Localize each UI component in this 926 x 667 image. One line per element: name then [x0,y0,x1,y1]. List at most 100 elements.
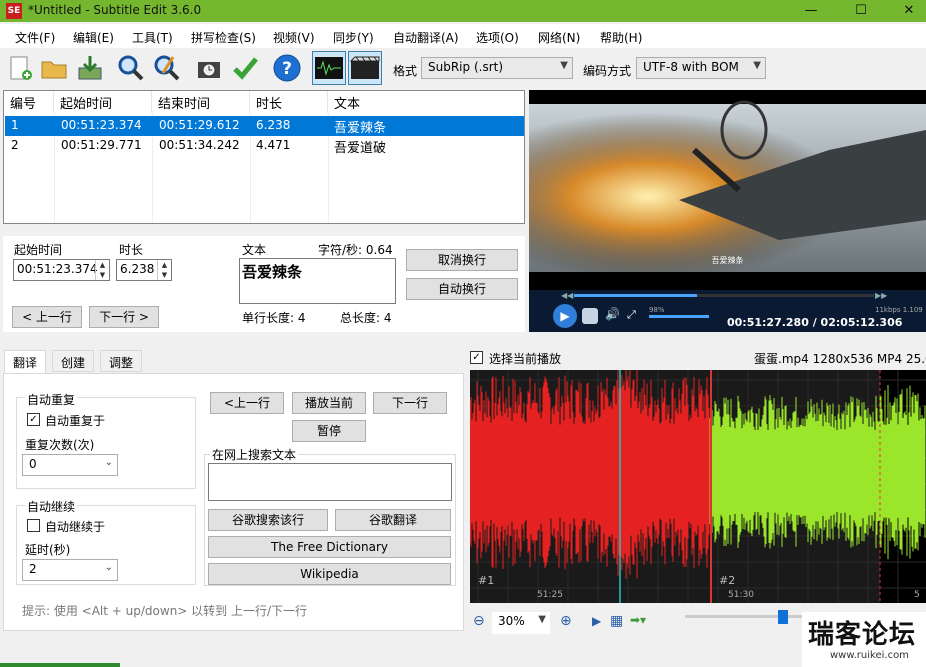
auto-break-button[interactable]: 自动换行 [406,278,518,300]
svg-text:?: ? [282,59,292,79]
unbreak-button[interactable]: 取消换行 [406,249,518,271]
grid-icon[interactable]: ▦ [610,613,623,629]
start-time-input[interactable]: 00:51:23.374 ▲ ▼ [13,259,110,281]
google-search-button[interactable]: 谷歌搜索该行 [208,509,328,531]
menu-network[interactable]: 网络(N) [538,29,580,46]
cell-start: 00:51:29.771 [61,138,142,152]
watermark-text: 瑞客论坛 [808,620,917,650]
visual-sync-icon[interactable] [192,51,226,85]
column-header-end[interactable]: 结束时间 [152,91,250,113]
google-translate-button[interactable]: 谷歌翻译 [335,509,451,531]
rewind-icon[interactable]: ◀◀ [561,291,573,300]
status-stripe [0,663,120,667]
table-row[interactable]: 2 00:51:29.771 00:51:34.242 4.471 吾爱道破 [5,136,524,156]
table-row[interactable]: 1 00:51:23.374 00:51:29.612 6.238 吾爱辣条 [5,116,524,136]
menu-help[interactable]: 帮助(H) [600,29,642,46]
menu-edit[interactable]: 编辑(E) [73,29,114,46]
seek-bar[interactable] [574,294,874,297]
text-label: 文本 [242,243,267,257]
cell-text: 吾爱道破 [334,141,387,156]
spinner-arrows-icon[interactable]: ▲ ▼ [157,260,171,280]
tab-adjust[interactable]: 调整 [100,350,143,372]
tab-create[interactable]: 创建 [52,350,95,372]
volume-icon[interactable]: 🔊 [605,307,620,321]
forward-arrows-icon[interactable]: ➡▾ [630,613,646,627]
zoom-value: 30% [498,614,525,628]
search-icon[interactable] [114,51,148,85]
duration-input[interactable]: 6.238 ▲ ▼ [116,259,172,281]
menu-spellcheck[interactable]: 拼写检查(S) [191,29,256,46]
delay-select[interactable]: 2 ⌄ [22,559,118,581]
zoom-out-icon[interactable]: ⊖ [473,613,485,629]
select-current-checkbox[interactable]: ✓ [470,351,483,364]
previous-line-button[interactable]: <上一行 [210,392,284,414]
new-file-icon[interactable] [3,51,37,85]
spinner-arrows-icon[interactable]: ▲ ▼ [95,260,109,280]
chevron-down-icon: ▼ [538,614,546,625]
play-icon[interactable]: ▶ [592,614,601,628]
auto-repeat-group-label: 自动重复 [25,391,78,408]
menu-auto-translate[interactable]: 自动翻译(A) [393,29,459,46]
stop-button[interactable] [582,308,598,324]
waveform-toggle-icon[interactable] [312,51,346,85]
repeat-count-value: 0 [29,457,37,471]
minimize-button[interactable]: — [788,0,834,22]
bitrate-info: 11kbps 1.109 [875,306,923,314]
video-toggle-icon[interactable] [348,51,382,85]
checkmark-icon[interactable] [228,51,262,85]
maximize-button[interactable]: ☐ [838,0,884,22]
column-header-text[interactable]: 文本 [328,91,524,113]
auto-continue-group-label: 自动继续 [25,498,78,515]
format-value: SubRip (.srt) [428,60,504,74]
encoding-value: UTF-8 with BOM [643,60,739,74]
wikipedia-button[interactable]: Wikipedia [208,563,451,585]
total-length-label: 总长度: 4 [340,311,392,325]
cell-duration: 6.238 [256,118,291,132]
tab-translate[interactable]: 翻译 [4,350,47,374]
fullscreen-icon[interactable]: ⤢ [627,308,636,322]
cell-number: 2 [11,138,19,152]
next-line-button[interactable]: 下一行 > [89,306,159,328]
download-icon[interactable] [73,51,107,85]
free-dictionary-button[interactable]: The Free Dictionary [208,536,451,558]
volume-slider[interactable] [649,315,709,318]
app-icon: SE [6,3,22,19]
previous-line-button[interactable]: < 上一行 [12,306,82,328]
open-folder-icon[interactable] [37,51,71,85]
help-icon[interactable]: ? [270,51,304,85]
column-header-duration[interactable]: 时长 [250,91,328,113]
encoding-label: 编码方式 [583,64,632,78]
play-current-button[interactable]: 播放当前 [292,392,366,414]
chevron-down-icon: ▼ [753,60,761,71]
chars-per-second: 字符/秒: 0.64 [318,243,393,257]
menu-options[interactable]: 选项(O) [476,29,519,46]
audio-waveform[interactable]: #1 #2 51:25 51:30 5 [470,370,926,603]
menu-tools[interactable]: 工具(T) [132,29,173,46]
column-header-start[interactable]: 起始时间 [54,91,152,113]
forward-icon[interactable]: ▶▶ [875,291,887,300]
menu-sync[interactable]: 同步(Y) [333,29,374,46]
format-select[interactable]: SubRip (.srt) ▼ [421,57,573,79]
slider-thumb[interactable] [778,610,788,624]
repeat-count-select[interactable]: 0 ⌄ [22,454,118,476]
auto-repeat-checkbox[interactable]: ✓ [27,413,40,426]
encoding-select[interactable]: UTF-8 with BOM ▼ [636,57,766,79]
next-line-button[interactable]: 下一行 [373,392,447,414]
web-search-textbox[interactable] [208,463,452,501]
replace-icon[interactable] [150,51,184,85]
menu-file[interactable]: 文件(F) [15,29,55,46]
cell-text: 吾爱辣条 [334,121,387,136]
zoom-in-icon[interactable]: ⊕ [560,613,572,629]
translate-panel: 自动重复 ✓ 自动重复于 重复次数(次) 0 ⌄ 自动继续 自动继续于 延时(秒)… [3,373,464,631]
line-length-label: 单行长度: 4 [242,311,306,325]
time-tick: 5 [914,590,920,600]
menu-video[interactable]: 视频(V) [273,29,315,46]
subtitle-text-box[interactable]: 吾爱辣条 [239,258,396,304]
subtitle-grid[interactable]: 编号 起始时间 结束时间 时长 文本 1 00:51:23.374 00:51:… [3,90,525,224]
zoom-select[interactable]: 30% ▼ [492,612,550,634]
pause-button[interactable]: 暂停 [292,420,366,442]
play-button[interactable]: ▶ [553,304,577,328]
auto-continue-checkbox[interactable] [27,519,40,532]
close-button[interactable]: ✕ [886,0,926,22]
column-header-number[interactable]: 编号 [4,91,54,113]
